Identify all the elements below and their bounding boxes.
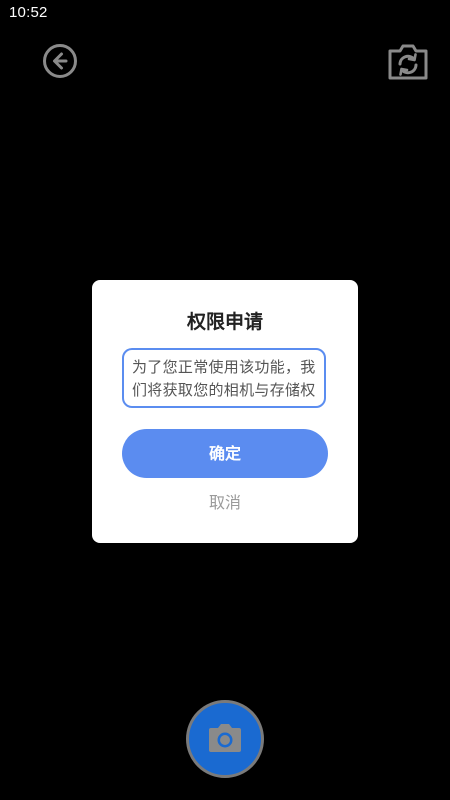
permission-dialog: 权限申请 为了您正常使用该功能，我们将获取您的相机与存储权限 确定 取消 [92,280,358,543]
dialog-message: 为了您正常使用该功能，我们将获取您的相机与存储权限 [122,348,326,408]
camera-screen: 10:52 权限申请 为了您正常使用该功能，我们将获取您的相机与存储权限 确定 … [0,0,450,800]
dialog-overlay: 权限申请 为了您正常使用该功能，我们将获取您的相机与存储权限 确定 取消 [0,0,450,800]
cancel-button[interactable]: 取消 [175,490,275,516]
shutter-button[interactable] [186,700,264,778]
confirm-button[interactable]: 确定 [122,429,328,478]
camera-icon [209,724,241,752]
dialog-title: 权限申请 [186,311,263,333]
